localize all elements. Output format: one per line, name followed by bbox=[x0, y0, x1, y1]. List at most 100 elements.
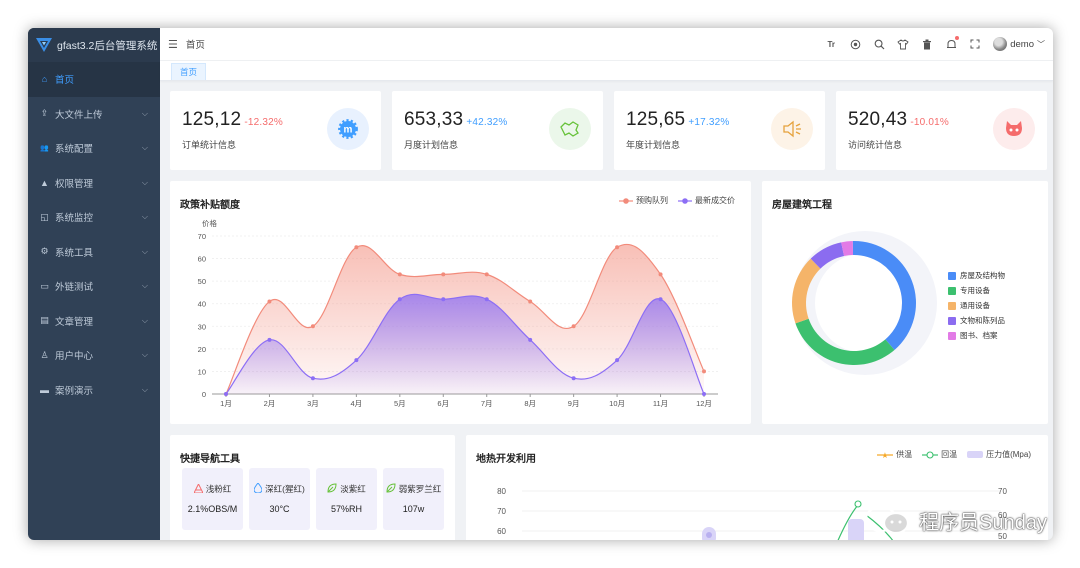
legend-label: 文物和陈列品 bbox=[960, 316, 1005, 325]
settings-icon[interactable] bbox=[849, 38, 861, 50]
policy-area-chart: 价格 0 10 20 30 40 50 60 70 1月 2月 3月 4月 5月 6月 7月 8月 9月 10月 11… bbox=[198, 218, 718, 408]
link-icon: ▭ bbox=[40, 280, 49, 291]
tags-view: 首页 bbox=[160, 61, 1053, 81]
tool-tile[interactable]: 浅粉红 2.1%OBS/M bbox=[182, 468, 243, 530]
data-point[interactable] bbox=[658, 272, 663, 277]
trash-icon[interactable] bbox=[921, 38, 933, 50]
user-menu[interactable]: demo ﹀ bbox=[993, 37, 1045, 51]
search-icon[interactable] bbox=[873, 38, 885, 50]
data-point[interactable] bbox=[267, 337, 272, 342]
data-point[interactable] bbox=[397, 272, 402, 277]
y-tick-label: 60 bbox=[497, 527, 506, 536]
sidebar-item[interactable]: 👥 系统配置 ⌵ bbox=[28, 131, 160, 166]
x-tick-label: 7月 bbox=[481, 399, 493, 408]
x-tick-label: 12月 bbox=[696, 399, 712, 408]
data-point[interactable] bbox=[354, 358, 359, 363]
data-point[interactable] bbox=[267, 299, 272, 304]
data-point[interactable] bbox=[706, 532, 712, 538]
x-tick-label: 6月 bbox=[437, 399, 449, 408]
stat-label: 订单统计信息 bbox=[182, 140, 237, 150]
sidebar-item-label: 系统配置 bbox=[55, 144, 94, 156]
chevron-down-icon: ⌵ bbox=[141, 350, 148, 359]
drop-icon bbox=[253, 482, 263, 495]
data-point[interactable] bbox=[854, 500, 862, 508]
data-point[interactable] bbox=[702, 369, 706, 374]
data-point[interactable] bbox=[484, 297, 489, 302]
data-point[interactable] bbox=[615, 245, 620, 250]
data-point[interactable] bbox=[528, 337, 533, 342]
pressure-bar[interactable] bbox=[848, 519, 864, 540]
data-point[interactable] bbox=[310, 324, 315, 329]
y-tick-label: 80 bbox=[497, 487, 506, 496]
app-title: gfast3.2后台管理系统 bbox=[57, 39, 158, 52]
sidebar-item[interactable]: ⌂ 首页 bbox=[28, 62, 160, 97]
stat-number: 125,12 bbox=[182, 109, 242, 130]
sidebar-item[interactable]: ▲ 权限管理 ⌵ bbox=[28, 166, 160, 201]
stat-label: 年度计划信息 bbox=[626, 140, 681, 150]
chevron-down-icon: ⌵ bbox=[141, 143, 148, 152]
fullscreen-icon[interactable] bbox=[969, 38, 981, 50]
bell-icon[interactable] bbox=[945, 36, 960, 50]
legend-item[interactable]: 文物和陈列品 bbox=[948, 313, 1005, 328]
case-icon: ▬ bbox=[40, 384, 49, 395]
data-point[interactable] bbox=[484, 272, 489, 277]
sidebar-item-label: 文章管理 bbox=[55, 316, 94, 328]
data-point[interactable] bbox=[224, 392, 228, 396]
tool-value: 107w bbox=[402, 504, 425, 514]
tool-name-row: 浅粉红 bbox=[182, 482, 243, 495]
house-chart-card: 房屋建筑工程 房屋及结构物 专用设备 通用设备 文物和陈列品 图书、档案 bbox=[762, 181, 1048, 424]
chevron-down-icon: ⌵ bbox=[141, 281, 148, 290]
sidebar-item-label: 系统工具 bbox=[55, 247, 94, 259]
tool-tile[interactable]: 深红(猩红) 30°C bbox=[249, 468, 310, 530]
stat-value: 653,33 +42.32% bbox=[404, 109, 507, 131]
sidebar-item[interactable]: ▭ 外链测试 ⌵ bbox=[28, 269, 160, 304]
speaker-icon[interactable] bbox=[771, 108, 813, 150]
data-point[interactable] bbox=[528, 299, 533, 304]
y-tick-label: 70 bbox=[198, 232, 206, 241]
sidebar-item[interactable]: ◱ 系统监控 ⌵ bbox=[28, 200, 160, 235]
legend-item[interactable]: 图书、档案 bbox=[948, 328, 1005, 343]
sidebar-item[interactable]: ⚙ 系统工具 ⌵ bbox=[28, 235, 160, 270]
house-ring-chart bbox=[792, 231, 937, 375]
badge-icon[interactable]: m bbox=[327, 108, 369, 150]
sidebar-item[interactable]: ⇪ 大文件上传 ⌵ bbox=[28, 97, 160, 132]
sidebar-item-label: 外链测试 bbox=[55, 282, 94, 294]
data-point[interactable] bbox=[397, 297, 402, 302]
tool-name: 淡紫红 bbox=[340, 484, 366, 494]
data-point[interactable] bbox=[615, 358, 620, 363]
tool-tile[interactable]: 弱紫罗兰红 107w bbox=[383, 468, 444, 530]
sidebar-item[interactable]: ♙ 用户中心 ⌵ bbox=[28, 338, 160, 373]
logo[interactable]: gfast3.2后台管理系统 bbox=[28, 28, 160, 62]
legend-item[interactable]: 通用设备 bbox=[948, 298, 1005, 313]
chevron-down-icon: ⌵ bbox=[141, 108, 148, 118]
stat-value: 125,65 +17.32% bbox=[626, 109, 729, 131]
data-point[interactable] bbox=[441, 272, 446, 277]
tool-tile[interactable]: 淡紫红 57%RH bbox=[316, 468, 377, 530]
legend-swatch bbox=[948, 301, 956, 310]
data-point[interactable] bbox=[571, 376, 576, 381]
legend-item[interactable]: 专用设备 bbox=[948, 283, 1005, 298]
breadcrumb[interactable]: 首页 bbox=[186, 37, 205, 51]
skin-icon[interactable] bbox=[897, 38, 909, 50]
data-point[interactable] bbox=[658, 297, 663, 302]
github-icon[interactable] bbox=[993, 108, 1035, 150]
data-point[interactable] bbox=[571, 324, 576, 329]
tool-name-row: 弱紫罗兰红 bbox=[383, 483, 444, 495]
tag-home[interactable]: 首页 bbox=[171, 63, 207, 80]
legend-item[interactable]: 房屋及结构物 bbox=[948, 268, 1005, 283]
username: demo bbox=[1010, 38, 1034, 50]
data-point[interactable] bbox=[354, 245, 359, 250]
watermark: 程序员Sunday bbox=[863, 504, 1047, 536]
map-icon[interactable] bbox=[549, 108, 591, 150]
data-point[interactable] bbox=[441, 297, 446, 302]
hamburger-icon[interactable]: ☰ bbox=[168, 38, 178, 51]
font-size-icon[interactable]: Tr bbox=[825, 38, 837, 50]
data-point[interactable] bbox=[310, 376, 315, 381]
x-tick-label: 11月 bbox=[653, 399, 668, 408]
sidebar-item[interactable]: ▤ 文章管理 ⌵ bbox=[28, 304, 160, 339]
y-tick-label: 30 bbox=[198, 322, 206, 331]
data-point[interactable] bbox=[702, 392, 706, 396]
sidebar-item[interactable]: ▬ 案例演示 ⌵ bbox=[28, 373, 160, 408]
main-area: ☰ 首页 Tr demo ﹀ 首页 125,12 -12.32% 订单统计信息 … bbox=[160, 28, 1053, 540]
avatar bbox=[993, 37, 1008, 51]
